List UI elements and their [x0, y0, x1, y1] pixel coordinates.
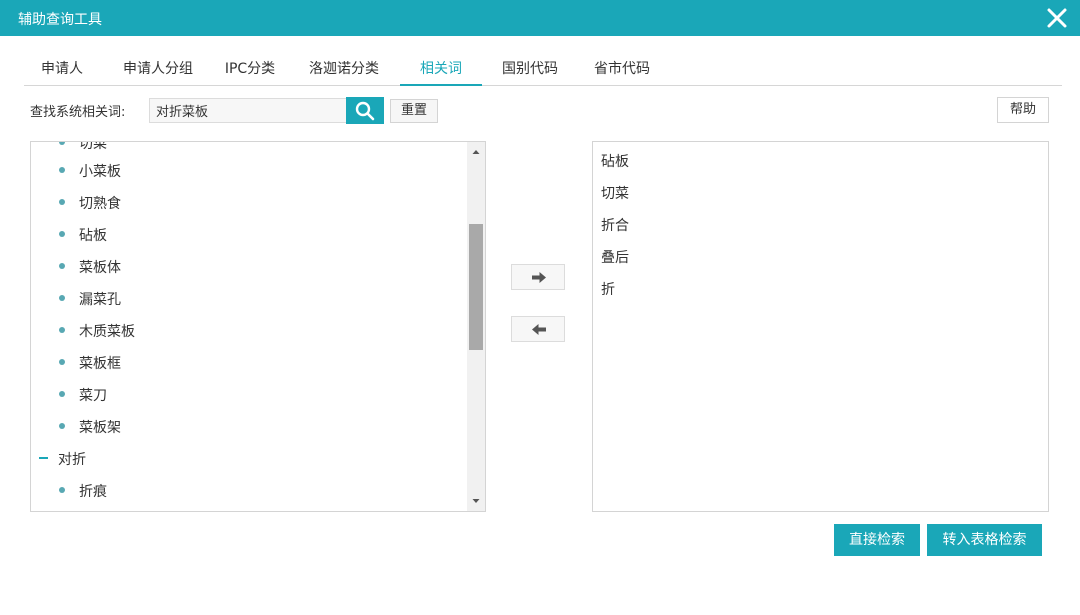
tree-item[interactable]: 砧板	[59, 220, 107, 252]
bullet-icon	[59, 263, 65, 269]
tree-item[interactable]: 菜板框	[59, 348, 121, 380]
search-input[interactable]	[149, 98, 347, 123]
tree-item[interactable]: 小菜板	[59, 156, 121, 188]
tab-locarno[interactable]: 洛迦诺分类	[300, 56, 388, 86]
search-button[interactable]	[346, 97, 384, 124]
tab-country-code[interactable]: 国别代码	[494, 56, 566, 86]
bullet-icon	[59, 327, 65, 333]
tab-applicant[interactable]: 申请人	[24, 56, 100, 86]
selected-word[interactable]: 切菜	[601, 178, 629, 210]
tree-item[interactable]: 菜板体	[59, 252, 121, 284]
tree-item[interactable]: 切熟食	[59, 188, 121, 220]
selected-word[interactable]: 折合	[601, 210, 629, 242]
table-search-button[interactable]: 转入表格检索	[927, 524, 1042, 556]
close-button[interactable]	[1044, 5, 1070, 31]
remove-from-selection-button[interactable]	[511, 316, 565, 342]
selected-word[interactable]: 折	[601, 274, 615, 306]
selected-word[interactable]: 叠后	[601, 242, 629, 274]
selected-words-list[interactable]: 砧板 切菜 折合 叠后 折	[592, 141, 1049, 512]
selected-word[interactable]: 砧板	[601, 146, 629, 178]
bullet-icon	[59, 231, 65, 237]
related-words-tree[interactable]: 切菜 小菜板 切熟食 砧板 菜板体 漏菜孔 木质菜板 菜板框 菜刀 菜板架 对折…	[30, 141, 486, 512]
tree-group[interactable]: 对折	[39, 444, 86, 476]
tree-item[interactable]: 漏菜孔	[59, 284, 121, 316]
search-icon	[355, 101, 375, 121]
help-button[interactable]: 帮助	[997, 97, 1049, 123]
tab-related-words[interactable]: 相关词	[400, 56, 482, 86]
bullet-icon	[59, 391, 65, 397]
scroll-up-button[interactable]	[467, 144, 485, 160]
bullet-icon	[59, 295, 65, 301]
bullet-icon	[59, 167, 65, 173]
bullet-icon	[59, 487, 65, 493]
triangle-up-icon	[472, 150, 480, 154]
add-to-selection-button[interactable]	[511, 264, 565, 290]
arrow-right-icon	[532, 272, 546, 283]
search-label: 查找系统相关词:	[30, 105, 126, 120]
reset-button[interactable]: 重置	[390, 99, 438, 123]
tab-applicant-group[interactable]: 申请人分组	[108, 56, 208, 86]
collapse-icon[interactable]	[39, 457, 48, 459]
tab-province-code[interactable]: 省市代码	[586, 56, 658, 86]
tree-item[interactable]: 菜板架	[59, 412, 121, 444]
bullet-icon	[59, 359, 65, 365]
triangle-down-icon	[472, 499, 480, 503]
bullet-icon	[59, 199, 65, 205]
tab-bar: 申请人 申请人分组 IPC分类 洛迦诺分类 相关词 国别代码 省市代码	[24, 56, 1062, 86]
scroll-thumb[interactable]	[469, 224, 483, 350]
title-bar: 辅助查询工具	[0, 0, 1080, 36]
tree-item[interactable]: 菜刀	[59, 380, 107, 412]
tab-ipc[interactable]: IPC分类	[214, 56, 286, 86]
scroll-down-button[interactable]	[467, 493, 485, 509]
arrow-left-icon	[532, 324, 546, 335]
tree-scrollbar[interactable]	[467, 142, 485, 511]
tree-item[interactable]: 木质菜板	[59, 316, 135, 348]
close-icon	[1047, 8, 1067, 28]
window-title: 辅助查询工具	[18, 12, 102, 28]
bullet-icon	[59, 423, 65, 429]
bullet-icon	[59, 142, 65, 145]
tree-item[interactable]: 折痕	[59, 476, 107, 508]
direct-search-button[interactable]: 直接检索	[834, 524, 920, 556]
